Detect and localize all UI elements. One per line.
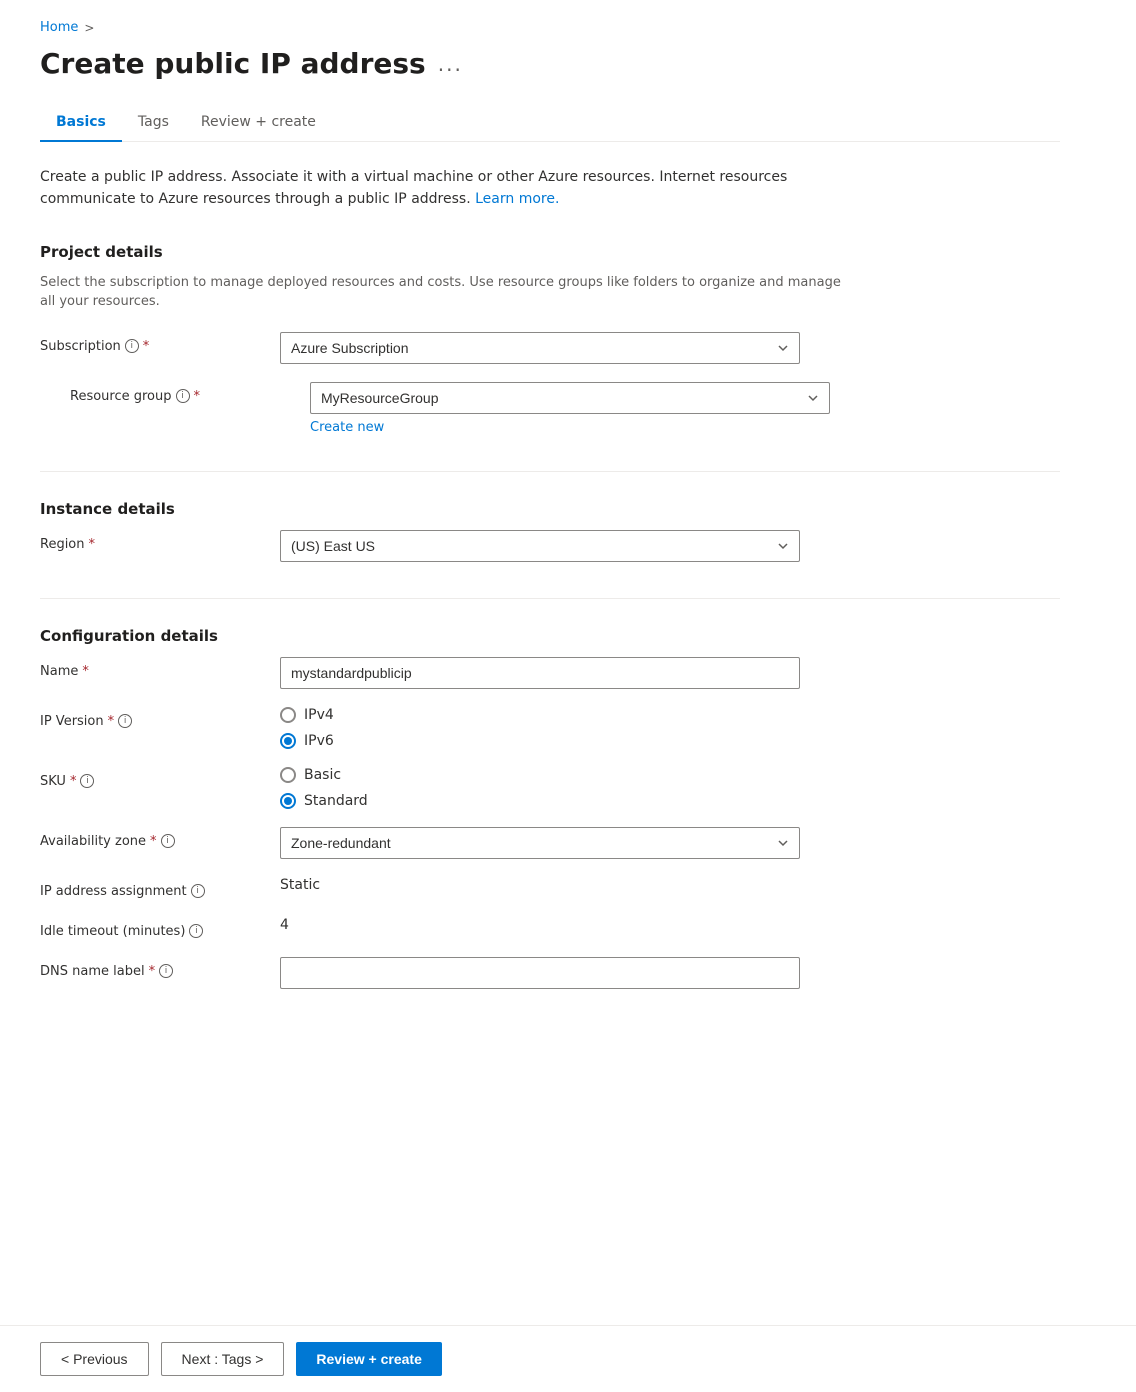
subscription-dropdown[interactable]: Azure Subscription (280, 332, 800, 364)
subscription-control: Azure Subscription (280, 332, 800, 364)
region-dropdown[interactable]: (US) East US (280, 530, 800, 562)
ip-address-assignment-info-icon[interactable]: i (191, 884, 205, 898)
page-description: Create a public IP address. Associate it… (40, 166, 840, 211)
resource-group-label: Resource group i * (70, 382, 290, 404)
ip-version-info-icon[interactable]: i (118, 714, 132, 728)
page-title: Create public IP address (40, 47, 426, 80)
project-details-section: Project details Select the subscription … (40, 243, 1060, 435)
tab-basics[interactable]: Basics (40, 104, 122, 142)
sku-row: SKU * i Basic Standard (40, 767, 1060, 809)
tab-tags[interactable]: Tags (122, 104, 185, 142)
sku-info-icon[interactable]: i (80, 774, 94, 788)
ipv4-option[interactable]: IPv4 (280, 707, 800, 723)
ip-address-assignment-control: Static (280, 877, 800, 893)
ipv4-label: IPv4 (304, 707, 334, 723)
region-control: (US) East US (280, 530, 800, 562)
dns-name-label-info-icon[interactable]: i (159, 964, 173, 978)
name-control (280, 657, 800, 689)
subscription-label: Subscription i * (40, 332, 260, 354)
region-row: Region * (US) East US (40, 530, 1060, 562)
more-options-icon[interactable]: ... (438, 52, 463, 76)
resource-group-info-icon[interactable]: i (176, 389, 190, 403)
standard-sku-option[interactable]: Standard (280, 793, 800, 809)
idle-timeout-row: Idle timeout (minutes) i 4 (40, 917, 1060, 939)
standard-sku-label: Standard (304, 793, 368, 809)
idle-timeout-value: 4 (280, 910, 289, 933)
project-details-heading: Project details (40, 243, 1060, 261)
ipv6-option[interactable]: IPv6 (280, 733, 800, 749)
create-new-resource-group-link[interactable]: Create new (310, 420, 830, 435)
availability-zone-dropdown[interactable]: Zone-redundant (280, 827, 800, 859)
basic-sku-option[interactable]: Basic (280, 767, 800, 783)
dns-name-label-label: DNS name label * i (40, 957, 260, 979)
resource-group-row: Resource group i * MyResourceGroup Creat… (70, 382, 1060, 435)
tab-review-create[interactable]: Review + create (185, 104, 332, 142)
ip-address-assignment-value: Static (280, 870, 320, 893)
page-title-row: Create public IP address ... (40, 47, 1060, 80)
standard-sku-radio[interactable] (280, 793, 296, 809)
ip-version-row: IP Version * i IPv4 IPv6 (40, 707, 1060, 749)
availability-zone-control: Zone-redundant (280, 827, 800, 859)
breadcrumb-separator: > (84, 21, 94, 35)
idle-timeout-info-icon[interactable]: i (189, 924, 203, 938)
ip-version-control: IPv4 IPv6 (280, 707, 800, 749)
ip-address-assignment-row: IP address assignment i Static (40, 877, 1060, 899)
configuration-details-heading: Configuration details (40, 627, 1060, 645)
region-label: Region * (40, 530, 260, 552)
review-create-button[interactable]: Review + create (296, 1342, 441, 1376)
idle-timeout-label: Idle timeout (minutes) i (40, 917, 260, 939)
ipv4-radio[interactable] (280, 707, 296, 723)
instance-details-heading: Instance details (40, 500, 1060, 518)
ipv6-label: IPv6 (304, 733, 334, 749)
next-tags-button[interactable]: Next : Tags > (161, 1342, 285, 1376)
availability-zone-row: Availability zone * i Zone-redundant (40, 827, 1060, 859)
ipv6-radio[interactable] (280, 733, 296, 749)
footer: < Previous Next : Tags > Review + create (0, 1325, 1136, 1392)
tabs-container: Basics Tags Review + create (40, 104, 1060, 142)
divider-1 (40, 471, 1060, 472)
sku-control: Basic Standard (280, 767, 800, 809)
ip-version-label: IP Version * i (40, 707, 260, 729)
name-input[interactable] (280, 657, 800, 689)
breadcrumb: Home > (40, 20, 1060, 35)
dns-name-label-row: DNS name label * i (40, 957, 1060, 989)
basic-sku-label: Basic (304, 767, 341, 783)
subscription-info-icon[interactable]: i (125, 339, 139, 353)
resource-group-dropdown[interactable]: MyResourceGroup (310, 382, 830, 414)
previous-button[interactable]: < Previous (40, 1342, 149, 1376)
configuration-details-section: Configuration details Name * IP Version … (40, 627, 1060, 989)
subscription-row: Subscription i * Azure Subscription (40, 332, 1060, 364)
instance-details-section: Instance details Region * (US) East US (40, 500, 1060, 562)
availability-zone-info-icon[interactable]: i (161, 834, 175, 848)
resource-group-control: MyResourceGroup Create new (310, 382, 830, 435)
home-link[interactable]: Home (40, 20, 78, 35)
name-row: Name * (40, 657, 1060, 689)
learn-more-link[interactable]: Learn more. (475, 191, 559, 207)
availability-zone-label: Availability zone * i (40, 827, 260, 849)
divider-2 (40, 598, 1060, 599)
sku-label: SKU * i (40, 767, 260, 789)
project-details-description: Select the subscription to manage deploy… (40, 273, 860, 312)
name-label: Name * (40, 657, 260, 679)
basic-sku-radio[interactable] (280, 767, 296, 783)
dns-name-label-input[interactable] (280, 957, 800, 989)
idle-timeout-control: 4 (280, 917, 800, 933)
dns-name-label-control (280, 957, 800, 989)
ip-address-assignment-label: IP address assignment i (40, 877, 260, 899)
